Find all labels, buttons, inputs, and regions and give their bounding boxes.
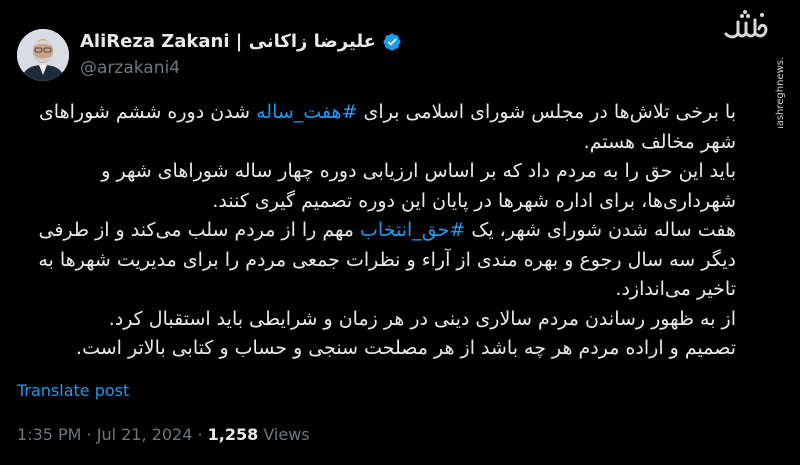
tweet-paragraph: تصمیم و اراده مردم هر چه باشد از هر مصلح… [20,334,736,364]
tweet-meta: 1:35 PM · Jul 21, 2024 · 1,258 Views [17,425,310,444]
watermark-url-text: mashreghnews.ir [775,58,786,128]
meta-separator: · [81,425,97,444]
verified-badge-icon [382,32,402,52]
tweet-text-segment: از به ظهور رساندن مردم سالاری دینی در هر… [108,307,736,330]
tweet-text: با برخی تلاش‌ها در مجلس شورای اسلامی برا… [20,98,736,364]
author-name-row[interactable]: AliReza Zakani | علیرضا زاکانی [80,31,402,52]
views-count[interactable]: 1,258 [208,425,259,444]
hashtag-link[interactable]: #حق_انتخاب [360,219,465,241]
tweet-text-segment: با برخی تلاش‌ها در مجلس شورای اسلامی برا… [357,101,736,123]
author-handle[interactable]: @arzakani4 [80,58,180,78]
tweet-paragraph: باید این حق را به مردم داد که بر اساس ار… [20,157,736,216]
hashtag-link[interactable]: #هفت_ساله [256,101,357,123]
tweet-paragraph: از به ظهور رساندن مردم سالاری دینی در هر… [20,305,736,335]
tweet-text-segment: تصمیم و اراده مردم هر چه باشد از هر مصلح… [76,337,736,359]
tweet-screenshot: { "author": { "display_name": "AliReza Z… [0,0,800,465]
tweet-text-segment: هفت ساله شدن شورای شهر، یک [465,219,736,241]
translate-post-link[interactable]: Translate post [17,381,129,400]
tweet-text-segment: باید این حق را به مردم داد که بر اساس ار… [101,160,736,212]
watermark-url: mashreghnews.ir [772,49,788,136]
tweet-paragraph: هفت ساله شدن شورای شهر، یک #حق_انتخاب مه… [20,216,736,305]
tweet-time[interactable]: 1:35 PM [17,425,81,444]
tweet-date[interactable]: Jul 21, 2024 [97,425,193,444]
author-display-name[interactable]: AliReza Zakani | علیرضا زاکانی [80,31,376,52]
tweet-paragraph: با برخی تلاش‌ها در مجلس شورای اسلامی برا… [20,98,736,157]
mashregh-logo-watermark [722,8,770,48]
meta-separator-2: · [192,425,208,444]
avatar[interactable] [17,29,69,81]
avatar-image [17,29,69,81]
views-label: Views [258,425,310,444]
